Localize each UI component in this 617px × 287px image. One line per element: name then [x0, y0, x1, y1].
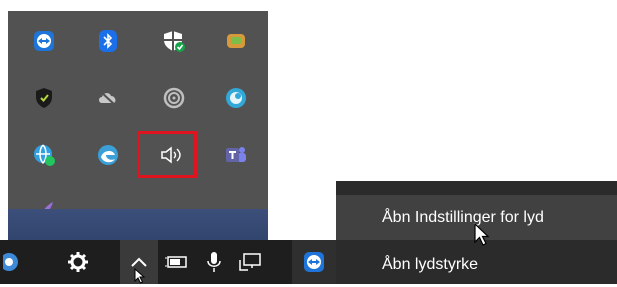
microphone-icon[interactable]: [200, 240, 228, 284]
battery-icon[interactable]: [160, 240, 192, 284]
teamviewer-icon[interactable]: [292, 240, 336, 284]
shield-green-icon[interactable]: [30, 84, 58, 112]
app-cube-icon[interactable]: [222, 27, 250, 55]
remote-globe-icon[interactable]: [30, 141, 58, 169]
gear-icon[interactable]: [56, 240, 100, 284]
volume-icon-highlight: [137, 131, 197, 178]
chrome-partial-icon[interactable]: [0, 240, 26, 284]
network-icon[interactable]: [234, 240, 266, 284]
teams-icon[interactable]: [222, 141, 250, 169]
edge-icon[interactable]: [94, 141, 122, 169]
taskbar-accent-band: [8, 209, 268, 240]
chevron-up-icon[interactable]: [120, 240, 158, 284]
windows-security-icon[interactable]: [160, 27, 188, 55]
cloud-offline-icon[interactable]: [94, 84, 122, 112]
circle-app-icon[interactable]: [222, 84, 250, 112]
bluetooth-icon[interactable]: [94, 27, 122, 55]
mouse-cursor-icon: [474, 223, 490, 246]
menu-item-label: Åbn Indstillinger for lyd: [382, 208, 544, 226]
spiral-app-icon[interactable]: [160, 84, 188, 112]
volume-context-menu: Åbn Indstillinger for lyd Åbn lydstyrke: [336, 181, 617, 284]
menu-item-label: Åbn lydstyrke: [382, 255, 479, 273]
teamviewer-icon[interactable]: [30, 27, 58, 55]
open-volume-mixer-item[interactable]: Åbn lydstyrke: [336, 242, 617, 287]
